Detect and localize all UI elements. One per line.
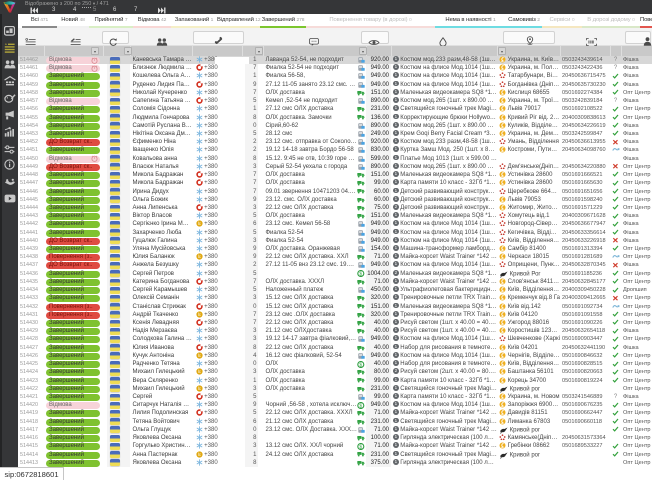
svg-text:lc: lc [197, 312, 200, 317]
svg-text:lc: lc [197, 452, 200, 457]
svg-text:lc: lc [197, 222, 200, 227]
svg-text:lc: lc [197, 353, 200, 358]
svg-text:$: $ [359, 362, 362, 368]
svg-text:lc: lc [197, 386, 200, 391]
svg-text:lc: lc [197, 370, 200, 375]
svg-text:$: $ [359, 403, 362, 409]
svg-text:$: $ [359, 272, 362, 278]
svg-text:lc: lc [197, 254, 200, 259]
svg-text:$: $ [359, 444, 362, 450]
